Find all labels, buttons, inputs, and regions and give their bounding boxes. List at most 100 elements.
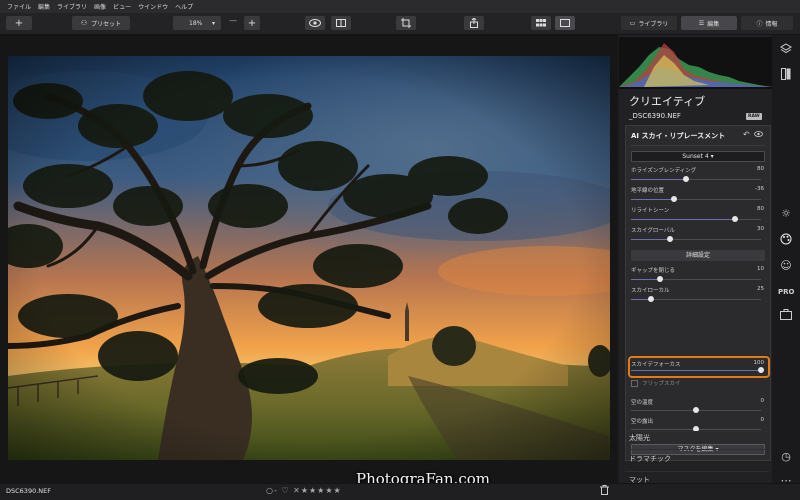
tab-edit[interactable]: ☰ 編集 xyxy=(681,16,737,30)
slider-knob[interactable] xyxy=(732,216,738,222)
photo-preview[interactable] xyxy=(8,56,610,460)
advanced-settings-button[interactable]: 詳細設定 xyxy=(631,250,765,261)
checkbox-box[interactable] xyxy=(631,380,638,387)
info-icon: ⓘ xyxy=(756,20,763,28)
preset-label: プリセット xyxy=(91,20,122,28)
slider-label: 空の露出 xyxy=(631,419,654,425)
tab-library-label: ライブラリ xyxy=(638,20,669,28)
slider-label: ホライズンブレンディング xyxy=(631,168,697,174)
library-icon: ▭ xyxy=(629,19,636,27)
sky-select[interactable]: Sunset 4 ▾ xyxy=(631,151,765,162)
slider-value: 10 xyxy=(757,266,764,272)
sky-local-slider[interactable] xyxy=(631,296,761,302)
menu-file[interactable]: ファイル xyxy=(7,2,31,11)
menu-help[interactable]: ヘルプ xyxy=(175,2,193,11)
menu-image[interactable]: 画像 xyxy=(94,2,106,11)
face-icon[interactable]: ☺ xyxy=(778,259,794,273)
tab-library[interactable]: ▭ ライブラリ xyxy=(621,16,677,30)
briefcase-icon[interactable] xyxy=(778,309,794,323)
sky-temperature-slider[interactable] xyxy=(631,407,761,413)
sliders-icon: ☰ xyxy=(698,19,705,27)
zoom-in-button[interactable]: + xyxy=(244,16,260,30)
menu-window[interactable]: ウインドウ xyxy=(138,2,168,11)
add-photo-button[interactable]: + xyxy=(6,16,32,30)
compare-icon[interactable] xyxy=(331,16,351,30)
histogram xyxy=(619,37,772,89)
tab-info[interactable]: ⓘ 情報 xyxy=(741,16,793,30)
sky-global-slider[interactable] xyxy=(631,236,761,242)
sky-replacement-tool: AI スカイ・リプレースメント ↶ Sunset 4 ▾ ホライズンブレンディン… xyxy=(625,125,771,461)
slider-label: ギャップを閉じる xyxy=(631,268,676,274)
tab-edit-label: 編集 xyxy=(707,20,720,28)
crop-icon[interactable] xyxy=(396,16,416,30)
layers-icon[interactable] xyxy=(778,43,794,57)
undo-icon[interactable]: ↶ xyxy=(743,130,750,139)
relight-scene-slider[interactable] xyxy=(631,216,761,222)
history-icon[interactable]: ◷ xyxy=(778,450,794,464)
slider-value: -36 xyxy=(755,186,764,192)
raw-badge: RAW xyxy=(746,113,762,120)
bottom-bar: DSC6390.NEF ○- ♡ ✕★★★★★ xyxy=(0,483,800,500)
palette-icon[interactable] xyxy=(778,233,794,247)
menu-library[interactable]: ライブラリ xyxy=(57,2,87,11)
menu-view[interactable]: ビュー xyxy=(113,2,131,11)
section-divider xyxy=(625,449,769,450)
compare-panel-icon[interactable] xyxy=(778,68,794,82)
slider-value: 0 xyxy=(760,398,765,404)
slider-value: 80 xyxy=(757,206,764,212)
section-sunlight[interactable]: 太陽光 xyxy=(629,433,650,443)
menu-bar: ファイル 編集 ライブラリ 画像 ビュー ウインドウ ヘルプ xyxy=(0,0,800,13)
slider-label: スカイローカル xyxy=(631,288,670,294)
slider-knob[interactable] xyxy=(683,176,689,182)
slider-label: 空の温度 xyxy=(631,400,654,406)
header-divider xyxy=(631,145,765,146)
photo-image xyxy=(8,56,610,460)
zoom-select[interactable]: 18% ▾ xyxy=(173,16,221,30)
slider-knob[interactable] xyxy=(758,367,764,373)
slider-value: 0 xyxy=(760,417,765,423)
horizon-position-slider[interactable] xyxy=(631,196,761,202)
tool-category-strip: ☼ ☺ PRO ◷ ⋯ xyxy=(772,35,800,487)
flip-sky-checkbox[interactable]: フリップスカイ xyxy=(631,379,681,387)
slider-knob[interactable] xyxy=(648,296,654,302)
slider-label: 地平線の位置 xyxy=(631,188,665,194)
flip-sky-label: フリップスカイ xyxy=(642,381,681,387)
tool-title: AI スカイ・リプレースメント xyxy=(631,132,726,140)
sky-defocus-slider[interactable] xyxy=(631,367,764,373)
panel-filename: _DSC6390.NEF xyxy=(629,112,681,120)
eye-icon[interactable] xyxy=(305,16,325,30)
slider-value: 80 xyxy=(757,166,764,172)
single-view-icon[interactable] xyxy=(555,16,575,30)
slider-value: 100 xyxy=(753,360,765,366)
grid-view-icon[interactable] xyxy=(531,16,551,30)
slider-label: リライトシーン xyxy=(631,208,670,214)
pro-icon[interactable]: PRO xyxy=(778,285,794,299)
zoom-value: 18% xyxy=(189,19,203,27)
zoom-out-button[interactable]: — xyxy=(229,16,237,25)
chevron-down-icon: ▾ xyxy=(211,19,215,27)
slider-knob[interactable] xyxy=(671,196,677,202)
close-gaps-slider[interactable] xyxy=(631,276,761,282)
panel-title: クリエイティブ xyxy=(629,95,706,108)
toolbar: + ⚇ プリセット 18% ▾ — + ▭ ライブラリ ☰ 編集 ⓘ 情報 xyxy=(0,13,800,35)
section-divider xyxy=(625,431,769,432)
preset-button[interactable]: ⚇ プリセット xyxy=(72,16,130,30)
adjustments-panel: クリエイティブ _DSC6390.NEF RAW AI スカイ・リプレースメント… xyxy=(619,35,772,484)
menu-edit[interactable]: 編集 xyxy=(38,2,50,11)
horizon-blending-slider[interactable] xyxy=(631,176,761,182)
slider-value: 30 xyxy=(757,226,764,232)
rating-flags[interactable]: ○- ♡ ✕★★★★★ xyxy=(266,486,342,495)
eye-toggle-icon[interactable] xyxy=(754,130,763,139)
share-icon[interactable] xyxy=(464,16,484,30)
slider-knob[interactable] xyxy=(657,276,663,282)
section-divider xyxy=(625,471,769,472)
section-dramatic[interactable]: ドラマチック xyxy=(629,454,671,464)
trash-icon[interactable] xyxy=(600,485,609,498)
slider-knob[interactable] xyxy=(667,236,673,242)
sun-icon[interactable]: ☼ xyxy=(778,207,794,221)
tab-info-label: 情報 xyxy=(765,20,778,28)
slider-label: スカイグローバル xyxy=(631,228,675,234)
sky-exposure-slider[interactable] xyxy=(631,426,761,432)
slider-label: スカイデフォーカス xyxy=(631,362,681,368)
slider-knob[interactable] xyxy=(693,407,699,413)
